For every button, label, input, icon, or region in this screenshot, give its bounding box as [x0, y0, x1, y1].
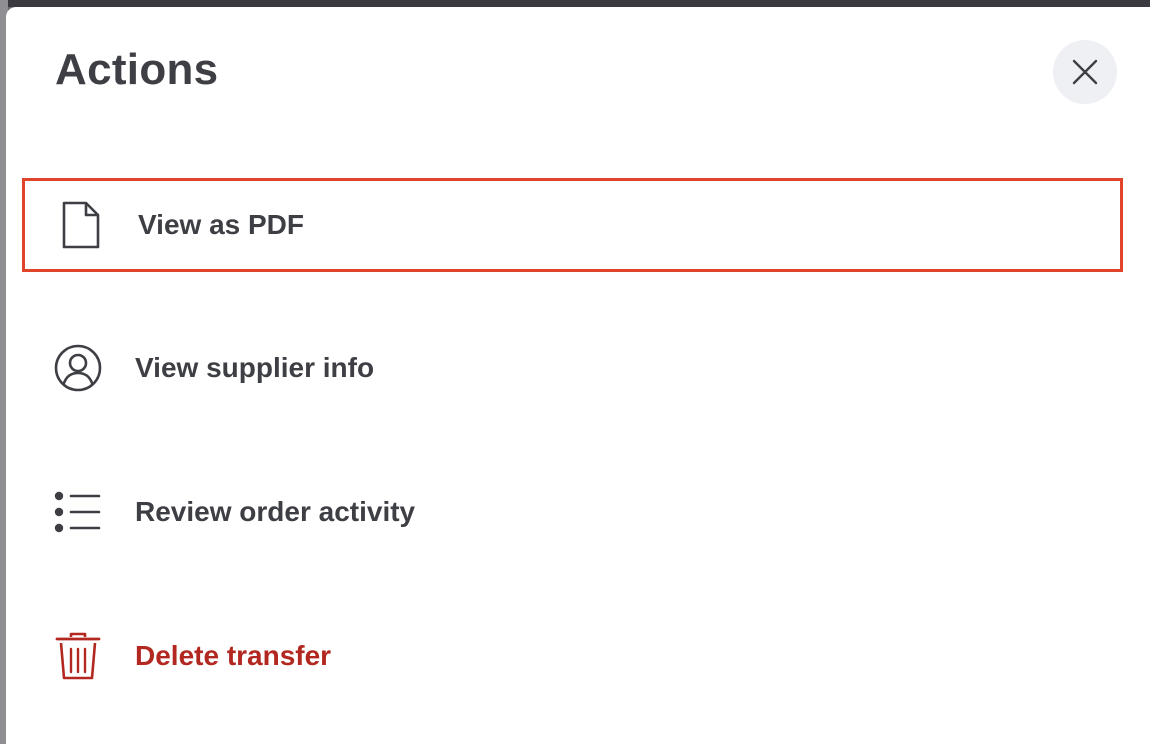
list-icon [52, 486, 104, 538]
window-top-edge [0, 0, 1150, 7]
action-label: View as PDF [138, 209, 305, 240]
action-review-order-activity[interactable]: Review order activity [22, 465, 1123, 559]
action-label: View supplier info [135, 352, 375, 383]
action-view-as-pdf[interactable]: View as PDF [22, 178, 1123, 272]
actions-dialog: Actions View as PDF View supplier info R… [6, 7, 1150, 744]
close-button[interactable] [1053, 40, 1117, 104]
trash-icon [52, 630, 104, 682]
action-delete-transfer[interactable]: Delete transfer [22, 609, 1123, 703]
dialog-title: Actions [55, 45, 219, 94]
action-view-supplier-info[interactable]: View supplier info [22, 321, 1123, 415]
action-label: Delete transfer [135, 640, 332, 671]
user-circle-icon [52, 342, 104, 394]
document-icon [55, 199, 107, 251]
action-label: Review order activity [135, 496, 416, 527]
close-icon [1072, 59, 1098, 85]
